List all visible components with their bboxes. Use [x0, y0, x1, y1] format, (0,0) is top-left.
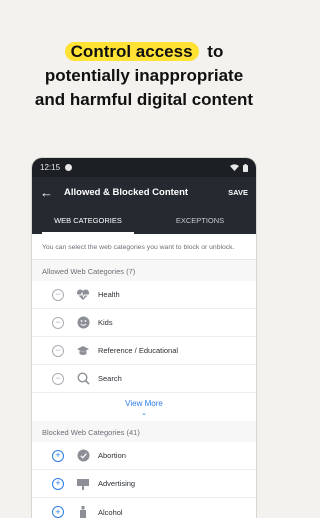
- category-label: Abortion: [98, 451, 126, 460]
- remove-icon[interactable]: −: [52, 344, 64, 357]
- list-item[interactable]: − Search: [32, 365, 256, 393]
- headline-line1-rest: to: [207, 42, 224, 61]
- status-bar: 12:15: [32, 158, 256, 177]
- remove-icon[interactable]: −: [52, 288, 64, 301]
- tab-bar: WEB CATEGORIES EXCEPTIONS: [32, 207, 256, 234]
- blocked-list: + Abortion + Advertising + Alcohol: [32, 442, 256, 518]
- remove-icon[interactable]: −: [52, 316, 64, 329]
- category-label: Advertising: [98, 479, 136, 488]
- headline-line-1: Control access to: [0, 40, 288, 64]
- battery-icon: [243, 163, 248, 172]
- save-button[interactable]: SAVE: [228, 188, 248, 197]
- list-item[interactable]: + Abortion: [32, 442, 256, 470]
- blocked-section-header: Blocked Web Categories (41): [32, 421, 256, 442]
- wifi-icon: [230, 164, 239, 171]
- view-more-label: View More: [125, 399, 163, 408]
- remove-icon[interactable]: −: [52, 372, 64, 385]
- headline: Control access to potentially inappropri…: [0, 40, 288, 112]
- smiley-face-icon: [76, 316, 90, 330]
- shield-check-icon: [76, 449, 90, 463]
- intro-text: You can select the web categories you wa…: [32, 234, 256, 260]
- category-label: Reference / Educational: [98, 346, 179, 355]
- app-bar: ← Allowed & Blocked Content SAVE: [32, 177, 256, 207]
- back-arrow-icon[interactable]: ←: [40, 186, 56, 199]
- headline-highlight: Control access: [64, 42, 199, 61]
- list-item[interactable]: + Advertising: [32, 470, 256, 498]
- list-item[interactable]: − Reference / Educational: [32, 337, 256, 365]
- status-time: 12:15: [40, 163, 61, 172]
- add-icon[interactable]: +: [52, 506, 64, 518]
- tab-exceptions[interactable]: EXCEPTIONS: [144, 207, 256, 234]
- heart-pulse-icon: [76, 288, 90, 302]
- chevron-down-icon: ⌄: [141, 410, 147, 417]
- allowed-list: − Health − Kids − Reference / Educationa…: [32, 281, 256, 421]
- list-item[interactable]: − Kids: [32, 309, 256, 337]
- add-icon[interactable]: +: [52, 449, 64, 462]
- view-more-button[interactable]: View More ⌄: [32, 393, 256, 421]
- graduation-cap-icon: [76, 344, 90, 358]
- list-item[interactable]: − Health: [32, 281, 256, 309]
- list-item[interactable]: + Alcohol: [32, 498, 256, 518]
- headline-line-2: potentially inappropriate: [44, 66, 244, 85]
- headline-line-3: and harmful digital content: [34, 90, 254, 109]
- allowed-section-header: Allowed Web Categories (7): [32, 260, 256, 281]
- tab-web-categories[interactable]: WEB CATEGORIES: [32, 207, 144, 234]
- add-icon[interactable]: +: [52, 477, 64, 490]
- category-label: Alcohol: [98, 507, 123, 517]
- app-notification-icon: [65, 164, 73, 171]
- page-title: Allowed & Blocked Content: [64, 186, 189, 198]
- magnifier-icon: [76, 372, 90, 386]
- phone-screen: 12:15 ← Allowed & Blocked Content SAVE W…: [32, 158, 256, 518]
- category-label: Search: [98, 374, 122, 383]
- category-label: Kids: [98, 318, 113, 327]
- category-label: Health: [98, 290, 120, 299]
- billboard-icon: [76, 477, 90, 491]
